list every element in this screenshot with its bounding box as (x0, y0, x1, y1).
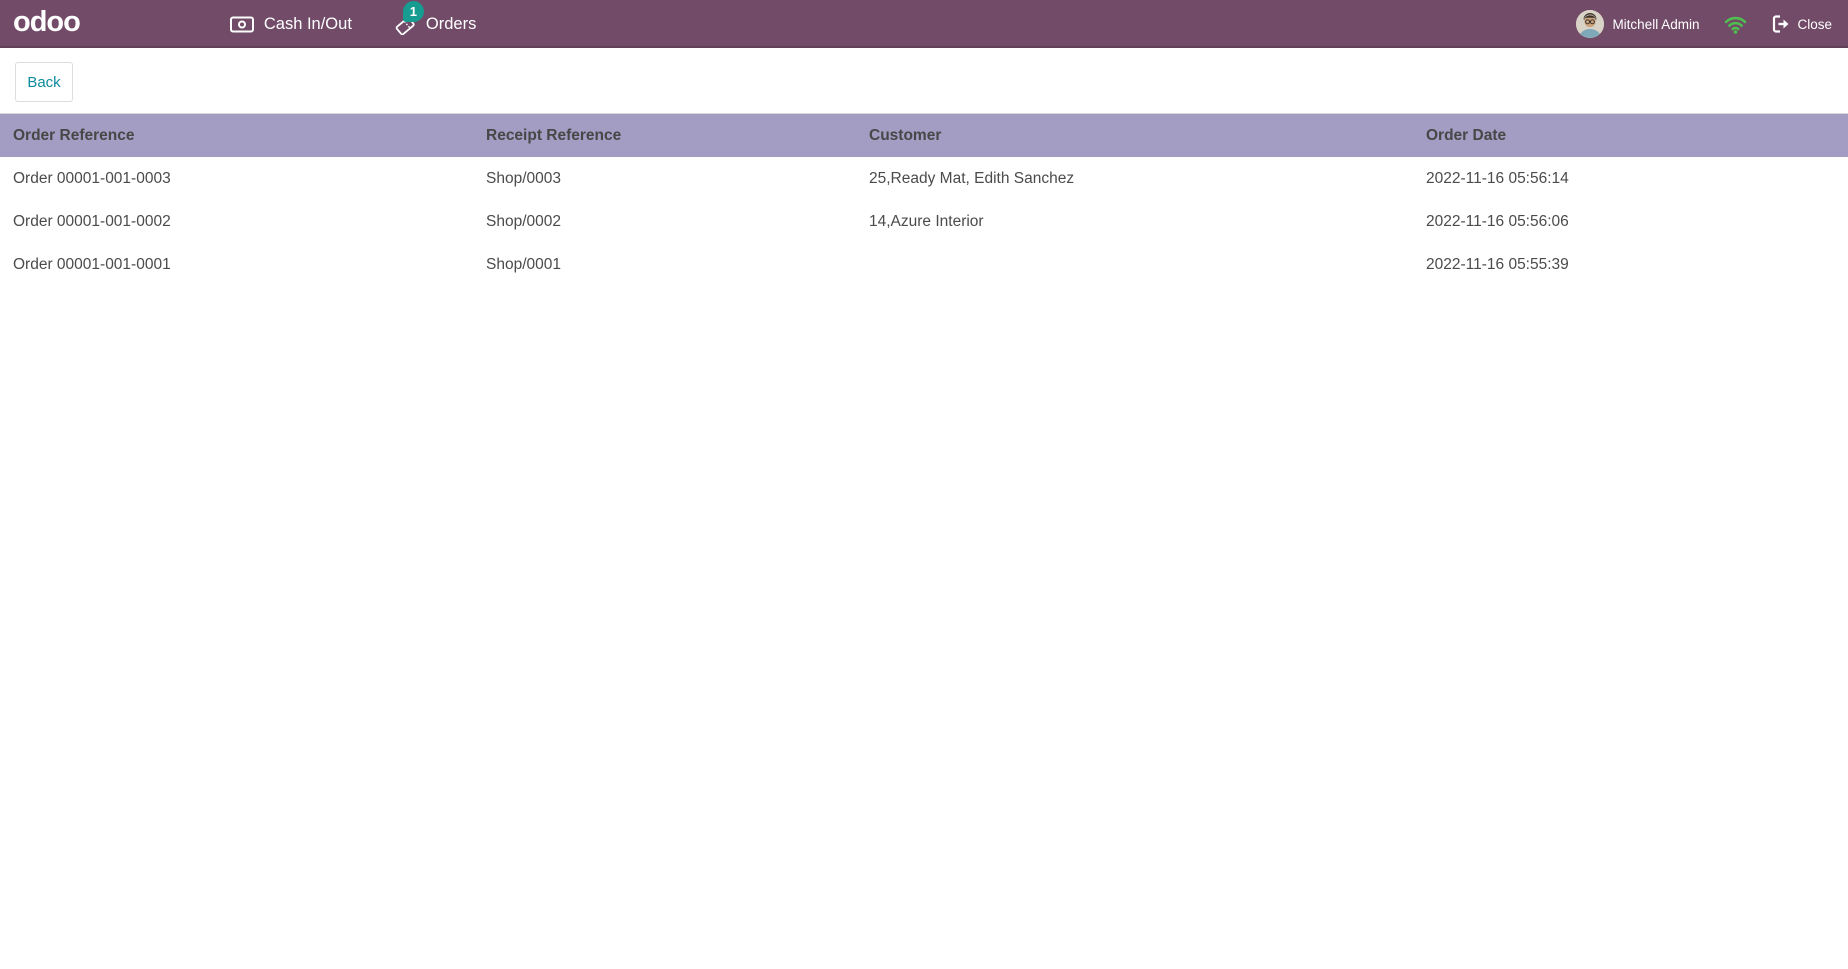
column-header-receipt-reference: Receipt Reference (486, 126, 622, 144)
sign-out-icon (1772, 15, 1790, 33)
column-header-order-date: Order Date (1426, 126, 1507, 144)
column-header-customer: Customer (869, 126, 942, 144)
odoo-logo: odoo (13, 5, 81, 38)
receipt-reference-cell: Shop/0001 (486, 255, 561, 273)
order-reference-cell: Order 00001-001-0003 (13, 169, 171, 187)
order-date-cell: 2022-11-16 05:55:39 (1426, 255, 1569, 273)
top-bar: odoo Cash In/Out 1 Orders Mitchell Admin… (0, 0, 1848, 48)
avatar (1576, 10, 1605, 38)
receipt-reference-cell: Shop/0002 (486, 212, 561, 230)
orders-button[interactable]: 1 Orders (394, 1, 477, 35)
order-reference-cell: Order 00001-001-0001 (13, 255, 171, 273)
customer-cell: 25,Ready Mat, Edith Sanchez (869, 169, 1075, 187)
order-date-cell: 2022-11-16 05:56:06 (1426, 212, 1569, 230)
orders-label: Orders (425, 14, 477, 33)
orders-count-badge: 1 (402, 1, 424, 22)
orders-table: Order Reference Receipt Reference Custom… (0, 113, 1848, 286)
wifi-status-icon[interactable] (1724, 15, 1747, 34)
close-label: Close (1797, 16, 1832, 32)
user-menu[interactable]: Mitchell Admin (1576, 10, 1699, 38)
ticket-icon: 1 (394, 1, 424, 35)
pos-nav: Cash In/Out 1 Orders (229, 1, 477, 35)
cash-in-out-label: Cash In/Out (263, 14, 352, 33)
user-name: Mitchell Admin (1612, 16, 1700, 32)
order-date-cell: 2022-11-16 05:56:14 (1426, 169, 1569, 187)
table-header-row: Order Reference Receipt Reference Custom… (0, 113, 1848, 157)
column-header-order-reference: Order Reference (13, 126, 135, 144)
back-button[interactable]: Back (15, 62, 73, 102)
order-reference-cell: Order 00001-001-0002 (13, 212, 171, 230)
close-session-button[interactable]: Close (1772, 15, 1832, 33)
money-bill-icon (229, 16, 254, 33)
topbar-right: Mitchell Admin Close (1576, 10, 1832, 38)
receipt-reference-cell: Shop/0003 (486, 169, 561, 187)
table-row[interactable]: Order 00001-001-0001 Shop/0001 2022-11-1… (0, 243, 1848, 286)
table-row[interactable]: Order 00001-001-0003 Shop/0003 25,Ready … (0, 157, 1848, 200)
customer-cell: 14,Azure Interior (869, 212, 984, 230)
cash-in-out-button[interactable]: Cash In/Out (229, 14, 352, 34)
orders-screen: Back Order Reference Receipt Reference C… (0, 48, 1848, 286)
table-row[interactable]: Order 00001-001-0002 Shop/0002 14,Azure … (0, 200, 1848, 243)
